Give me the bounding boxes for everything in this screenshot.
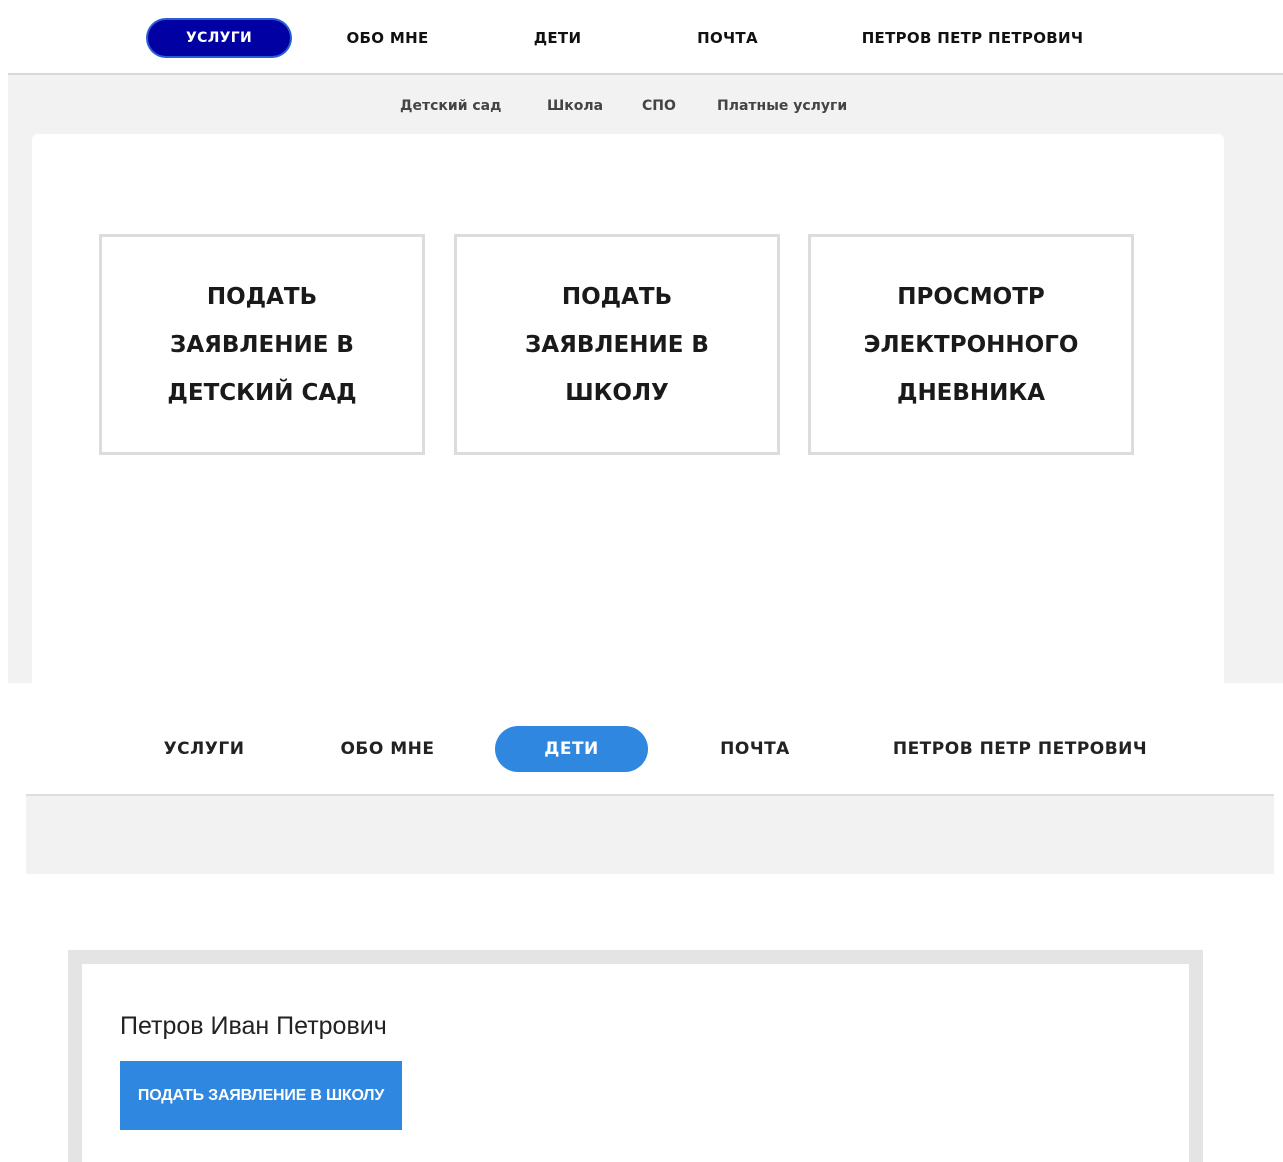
- top-nav: УСЛУГИ ОБО МНЕ ДЕТИ ПОЧТА ПЕТРОВ ПЕТР ПЕ…: [0, 0, 1283, 74]
- nav-mail[interactable]: ПОЧТА: [680, 20, 775, 56]
- subnav-school[interactable]: Школа: [547, 94, 603, 118]
- nav-user[interactable]: ПЕТРОВ ПЕТР ПЕТРОВИЧ: [885, 726, 1155, 772]
- nav-children[interactable]: ДЕТИ: [510, 20, 605, 56]
- card-label: ПРОСМОТР ЭЛЕКТРОННОГО ДНЕВНИКА: [863, 283, 1079, 406]
- nav-mail[interactable]: ПОЧТА: [705, 726, 805, 772]
- nav-services[interactable]: УСЛУГИ: [150, 726, 258, 772]
- subnav-spo[interactable]: СПО: [642, 94, 676, 118]
- nav-children[interactable]: ДЕТИ: [495, 726, 648, 772]
- card-electronic-diary[interactable]: ПРОСМОТР ЭЛЕКТРОННОГО ДНЕВНИКА: [808, 234, 1134, 455]
- child-card-body: Петров Иван Петрович ПОДАТЬ ЗАЯВЛЕНИЕ В …: [82, 964, 1189, 1162]
- card-school-application[interactable]: ПОДАТЬ ЗАЯВЛЕНИЕ В ШКОЛУ: [454, 234, 780, 455]
- subnav-paid-services[interactable]: Платные услуги: [717, 94, 847, 118]
- card-label: ПОДАТЬ ЗАЯВЛЕНИЕ В ШКОЛУ: [525, 283, 709, 406]
- nav-about[interactable]: ОБО МНЕ: [330, 20, 445, 56]
- children-screen: УСЛУГИ ОБО МНЕ ДЕТИ ПОЧТА ПЕТРОВ ПЕТР ПЕ…: [0, 683, 1283, 1162]
- school-application-button[interactable]: ПОДАТЬ ЗАЯВЛЕНИЕ В ШКОЛУ: [120, 1061, 402, 1130]
- card-kindergarten-application[interactable]: ПОДАТЬ ЗАЯВЛЕНИЕ В ДЕТСКИЙ САД: [99, 234, 425, 455]
- services-screen: УСЛУГИ ОБО МНЕ ДЕТИ ПОЧТА ПЕТРОВ ПЕТР ПЕ…: [0, 0, 1283, 683]
- nav-about[interactable]: ОБО МНЕ: [330, 726, 445, 772]
- child-card: Петров Иван Петрович ПОДАТЬ ЗАЯВЛЕНИЕ В …: [68, 950, 1203, 1162]
- child-name: Петров Иван Петрович: [120, 1012, 387, 1040]
- card-label: ПОДАТЬ ЗАЯВЛЕНИЕ В ДЕТСКИЙ САД: [167, 283, 357, 406]
- subnav-kindergarten[interactable]: Детский сад: [400, 94, 501, 118]
- nav-services[interactable]: УСЛУГИ: [148, 20, 290, 56]
- nav-user[interactable]: ПЕТРОВ ПЕТР ПЕТРОВИЧ: [845, 20, 1100, 56]
- subnav-bar: [26, 796, 1274, 874]
